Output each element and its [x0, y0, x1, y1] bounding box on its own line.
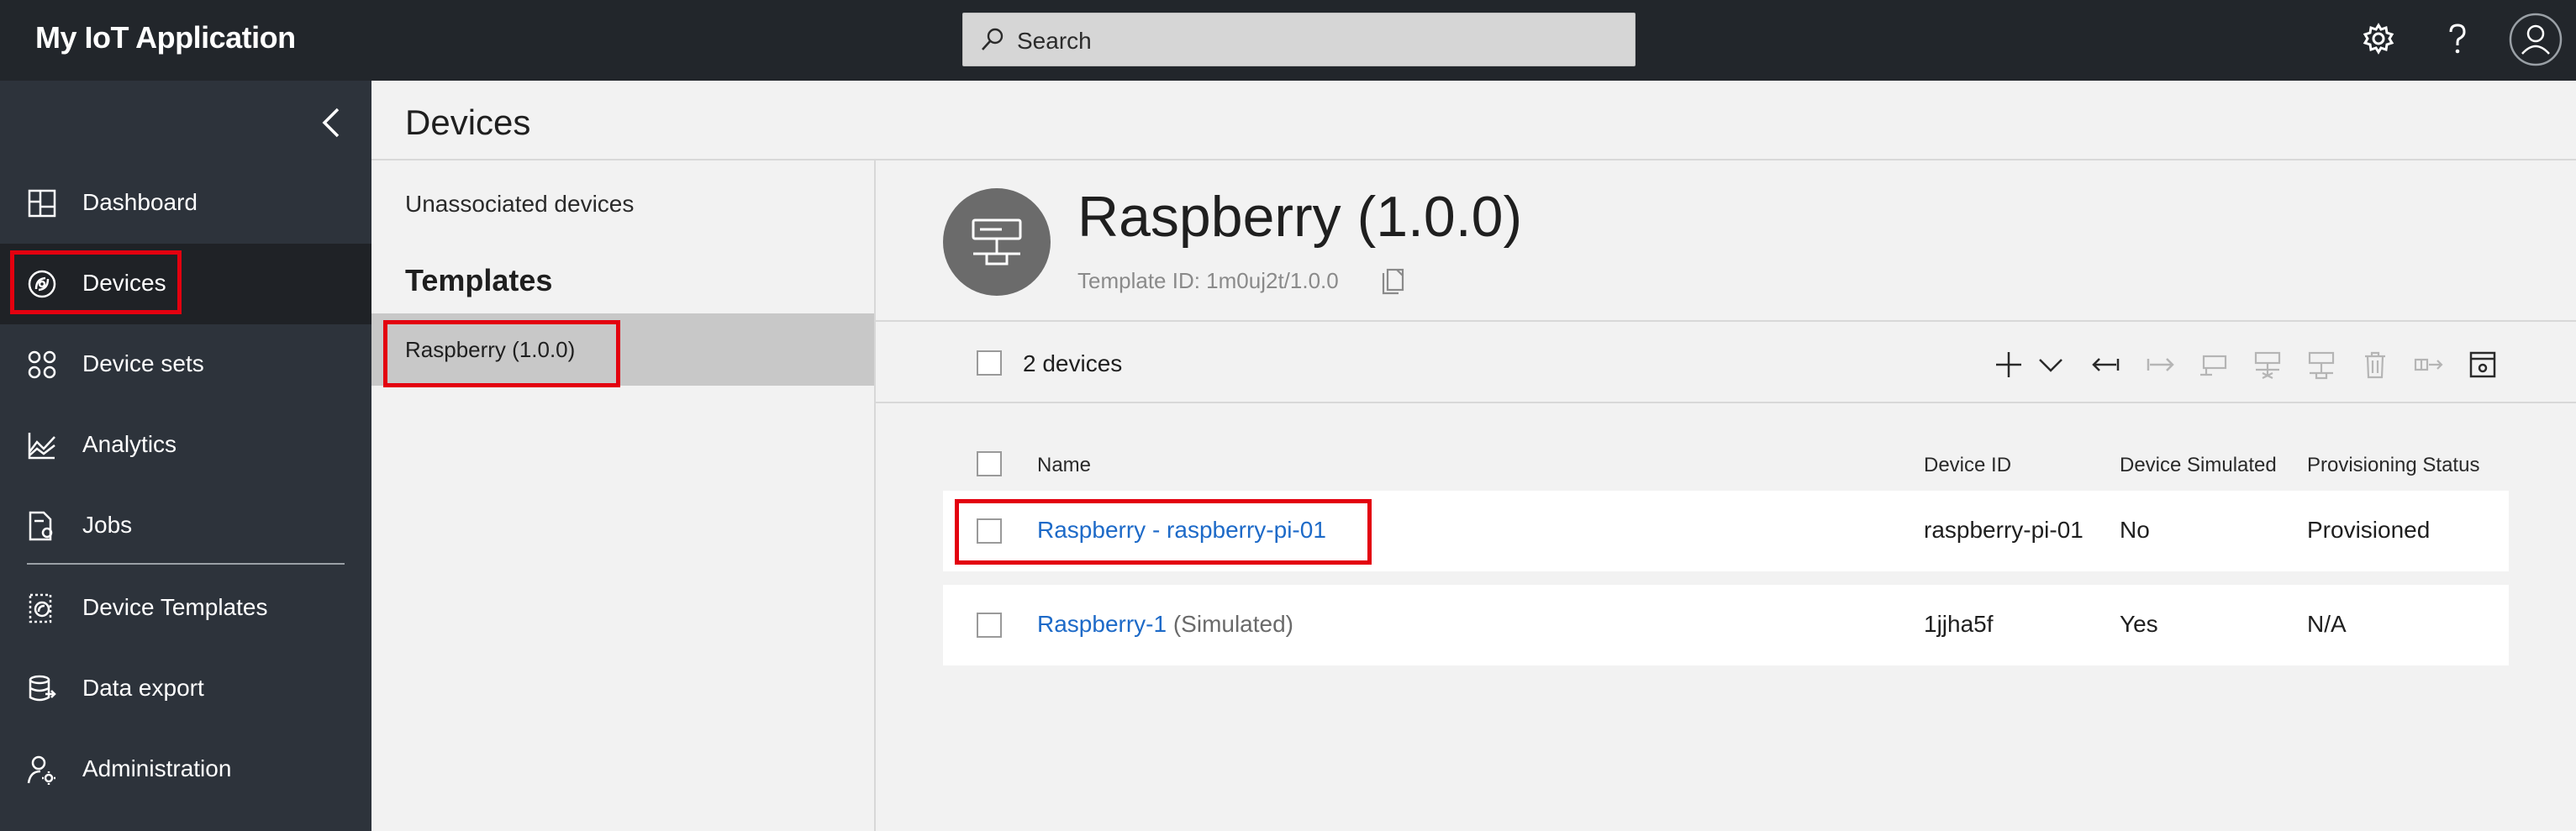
sidebar-item-data-export[interactable]: Data export	[0, 649, 371, 729]
column-header-device-simulated[interactable]: Device Simulated	[2120, 454, 2277, 477]
sidebar-item-device-templates[interactable]: Device Templates	[0, 568, 371, 649]
search-box[interactable]: Search	[962, 13, 1636, 66]
template-item-label: Raspberry (1.0.0)	[405, 337, 576, 362]
sidebar-item-administration[interactable]: Administration	[0, 729, 371, 810]
provisioning-status-cell: Provisioned	[2307, 517, 2431, 543]
sidebar: Dashboard Devices Device sets Analytics …	[0, 81, 371, 831]
simulated-suffix: (Simulated)	[1172, 611, 1294, 637]
template-id: Template ID: 1m0uj2t/1.0.0	[1077, 268, 1339, 293]
device-icon	[2200, 355, 2227, 376]
unassociated-devices-link[interactable]: Unassociated devices	[405, 191, 634, 218]
arrow-left-icon[interactable]	[2091, 350, 2121, 380]
app-title[interactable]: My IoT Application	[35, 20, 296, 55]
arrow-right-icon	[2147, 358, 2174, 371]
device-name-cell: Raspberry-1 (Simulated)	[1037, 611, 1293, 638]
chevron-down-icon[interactable]	[2037, 350, 2064, 380]
sidebar-item-label: Device Templates	[82, 594, 268, 620]
sidebar-item-label: Devices	[82, 270, 166, 296]
row-checkbox[interactable]	[977, 613, 1002, 638]
sidebar-item-label: Device sets	[82, 350, 204, 376]
device-id-cell: 1jjha5f	[1924, 611, 1994, 637]
page-title: Devices	[405, 103, 531, 142]
page-header: Devices	[371, 81, 2576, 160]
device-connect-icon	[2308, 351, 2335, 380]
device-templates-icon	[29, 593, 52, 623]
row-checkbox[interactable]	[977, 518, 1002, 544]
copy-icon[interactable]	[1380, 268, 1407, 297]
sidebar-item-label: Analytics	[82, 431, 177, 457]
column-header-provisioning-status[interactable]: Provisioning Status	[2307, 454, 2479, 477]
device-disconnect-icon	[2254, 351, 2281, 379]
administration-icon	[27, 755, 55, 785]
sidebar-item-label: Data export	[82, 675, 204, 701]
export-icon	[2414, 358, 2443, 371]
sidebar-item-label: Administration	[82, 755, 232, 781]
templates-panel: Unassociated devices Templates Raspberry…	[371, 160, 876, 831]
device-sets-icon	[28, 350, 56, 379]
column-header-device-id[interactable]: Device ID	[1924, 454, 2011, 477]
delete-icon	[2365, 351, 2385, 379]
template-item-raspberry[interactable]: Raspberry (1.0.0)	[371, 313, 874, 386]
toolbar-separator	[876, 402, 2576, 403]
top-bar: My IoT Application Search	[0, 0, 2576, 81]
select-all-rows-checkbox[interactable]	[977, 451, 1002, 476]
user-avatar-icon[interactable]	[2508, 12, 2563, 67]
sidebar-item-label: Jobs	[82, 512, 133, 538]
device-name-link[interactable]: Raspberry - raspberry-pi-01	[1037, 517, 1326, 544]
analytics-icon	[28, 433, 55, 460]
template-avatar	[943, 188, 1051, 296]
search-placeholder: Search	[1017, 28, 1092, 54]
search-icon	[982, 28, 1004, 50]
device-name-link[interactable]: Raspberry-1	[1037, 611, 1167, 637]
add-icon[interactable]	[1994, 350, 2024, 380]
provisioning-status-cell: N/A	[2307, 611, 2347, 637]
settings-panel-icon[interactable]	[2468, 350, 2498, 380]
template-title: Raspberry (1.0.0)	[1077, 185, 1523, 249]
dashboard-icon	[28, 189, 56, 218]
device-count: 2 devices	[1023, 350, 1123, 376]
device-template-icon	[972, 218, 1022, 266]
header-separator	[876, 320, 2576, 322]
column-header-name[interactable]: Name	[1037, 454, 1091, 477]
table-row[interactable]: Raspberry - raspberry-pi-01 raspberry-pi…	[943, 491, 2509, 571]
collapse-chevron-icon[interactable]	[318, 106, 345, 139]
sidebar-item-jobs[interactable]: Jobs	[0, 486, 371, 566]
sidebar-item-analytics[interactable]: Analytics	[0, 405, 371, 486]
sidebar-item-dashboard[interactable]: Dashboard	[0, 163, 371, 244]
select-all-devices-checkbox[interactable]	[977, 350, 1002, 376]
sidebar-divider	[27, 563, 345, 565]
sidebar-item-device-sets[interactable]: Device sets	[0, 324, 371, 405]
sidebar-item-devices[interactable]: Devices	[0, 244, 371, 324]
jobs-icon	[29, 511, 53, 541]
devices-icon	[28, 270, 56, 298]
gear-icon[interactable]	[2360, 20, 2397, 57]
template-detail: Raspberry (1.0.0) Template ID: 1m0uj2t/1…	[876, 160, 2576, 831]
device-simulated-cell: No	[2120, 517, 2150, 543]
data-export-icon	[29, 675, 56, 702]
help-icon[interactable]	[2439, 20, 2476, 57]
device-id-cell: raspberry-pi-01	[1924, 517, 2083, 543]
table-row[interactable]: Raspberry-1 (Simulated) 1jjha5f Yes N/A	[943, 585, 2509, 665]
sidebar-item-label: Dashboard	[82, 189, 198, 215]
device-simulated-cell: Yes	[2120, 611, 2158, 637]
templates-heading: Templates	[405, 263, 553, 297]
